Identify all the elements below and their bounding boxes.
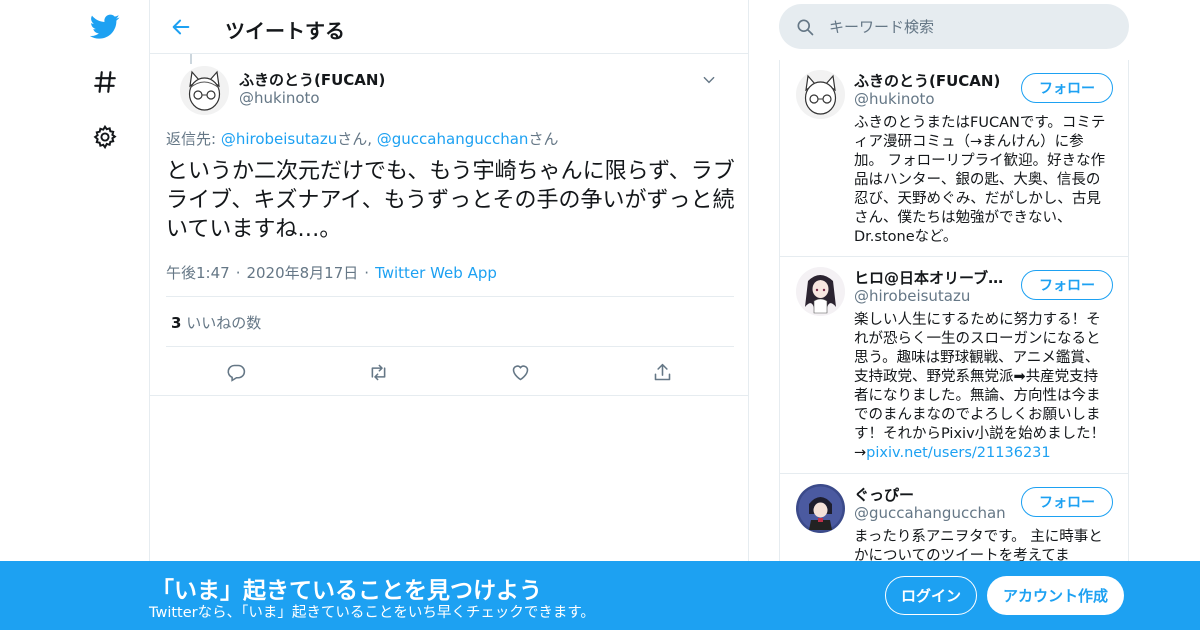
user-card[interactable]: ふきのとう(FUCAN) @hukinoto フォロー ふきのとうまたはFUCA…	[780, 60, 1128, 257]
retweet-button[interactable]	[364, 358, 392, 386]
author-name[interactable]: ふきのとう(FUCAN)	[239, 69, 385, 90]
user-bio-link[interactable]: pixiv.net/users/21136231	[866, 445, 1050, 461]
like-button[interactable]	[506, 358, 534, 386]
divider	[166, 346, 734, 347]
divider	[166, 296, 734, 297]
tweet-actions	[150, 350, 748, 394]
share-button[interactable]	[648, 358, 676, 386]
divider	[150, 395, 748, 396]
banner-subtitle: Twitterなら、「いま」起きていることをいち早くチェックできます。	[149, 605, 595, 621]
likes-count[interactable]: 3 いいねの数	[171, 312, 261, 333]
tweet-text: というか二次元だけでも、もう宇崎ちゃんに限らず、ラブライブ、キズナアイ、もうずっ…	[166, 159, 735, 242]
tweet-time[interactable]: 午後1:47	[166, 264, 230, 282]
arrow-left-icon	[172, 19, 190, 35]
user-bio: ふきのとうまたはFUCANです。コミティア漫研コミュ（→まんけん）に参加。 フォ…	[854, 115, 1106, 245]
search-placeholder: キーワード検索	[829, 18, 935, 36]
reply-to: 返信先: @hirobeisutazuさん, @guccahangucchanさ…	[166, 128, 558, 149]
avatar[interactable]	[796, 267, 845, 316]
avatar[interactable]	[796, 484, 845, 533]
tweet-meta: 午後1:47 · 2020年8月17日 · Twitter Web App	[166, 262, 497, 283]
user-name[interactable]: ふきのとう(FUCAN)	[854, 70, 1014, 91]
reply-user-link-1[interactable]: @hirobeisutazu	[221, 130, 337, 148]
reply-san-2: さん	[528, 130, 559, 148]
user-name[interactable]: ぐっぴー	[854, 484, 1014, 505]
gear-icon[interactable]	[88, 120, 122, 154]
follow-button[interactable]: フォロー	[1021, 270, 1113, 300]
left-nav	[0, 0, 150, 630]
search-icon	[795, 17, 815, 37]
tweet-author: ふきのとう(FUCAN) @hukinoto	[165, 54, 733, 124]
reply-sep: ,	[367, 130, 377, 148]
user-card[interactable]: ぐっぴー @guccahangucchan フォロー まったり系アニヲタです。 …	[780, 474, 1128, 570]
reply-icon	[226, 364, 245, 382]
avatar[interactable]	[180, 66, 229, 115]
tweet: ふきのとう(FUCAN) @hukinoto	[150, 54, 748, 124]
meta-dot: ·	[235, 264, 241, 282]
chevron-down-icon	[703, 76, 715, 84]
tweet-source-app[interactable]: Twitter Web App	[375, 264, 497, 282]
user-card[interactable]: ヒロ@日本オリーブ… @hirobeisutazu フォロー 楽しい人生にするた…	[780, 257, 1128, 474]
reply-san-1: さん	[337, 130, 368, 148]
heart-icon	[512, 364, 528, 380]
likes-number: 3	[171, 314, 182, 332]
follow-button[interactable]: フォロー	[1021, 487, 1113, 517]
meta-dot: ·	[364, 264, 370, 282]
signup-button[interactable]: アカウント作成	[987, 576, 1124, 615]
follow-button[interactable]: フォロー	[1021, 73, 1113, 103]
tweet-menu-button[interactable]	[699, 70, 719, 90]
reply-prefix: 返信先:	[166, 130, 221, 148]
main-column: ツイートする ふきのとう(FUCAN) @hukinoto 返信先: @hiro…	[149, 0, 749, 630]
user-handle[interactable]: @hukinoto	[854, 90, 935, 108]
reply-user-link-2[interactable]: @guccahangucchan	[377, 130, 529, 148]
hashtag-icon[interactable]	[88, 65, 122, 99]
twitter-logo-icon[interactable]	[88, 10, 122, 44]
page-title: ツイートする	[225, 19, 345, 43]
search-input[interactable]: キーワード検索	[779, 4, 1129, 49]
reply-button[interactable]	[222, 358, 250, 386]
back-button[interactable]	[166, 12, 196, 42]
signup-banner: 「いま」起きていることを見つけよう Twitterなら、「いま」起きていることを…	[0, 561, 1200, 630]
related-users: ふきのとう(FUCAN) @hukinoto フォロー ふきのとうまたはFUCA…	[779, 60, 1129, 570]
likes-label: いいねの数	[186, 314, 262, 332]
user-handle[interactable]: @hirobeisutazu	[854, 287, 970, 305]
retweet-icon	[371, 364, 385, 380]
avatar[interactable]	[796, 70, 845, 119]
user-bio-text: 楽しい人生にするために努力する！それが恐らく一生のスローガンになると思う。趣味は…	[854, 312, 1106, 461]
author-handle[interactable]: @hukinoto	[239, 89, 320, 107]
user-bio: 楽しい人生にするために努力する！それが恐らく一生のスローガンになると思う。趣味は…	[854, 311, 1112, 463]
user-name[interactable]: ヒロ@日本オリーブ…	[854, 267, 1014, 288]
login-button[interactable]: ログイン	[885, 576, 977, 615]
user-handle[interactable]: @guccahangucchan	[854, 504, 1006, 522]
banner-title: 「いま」起きていることを見つけよう	[151, 578, 542, 604]
main-header: ツイートする	[150, 0, 748, 54]
share-icon	[654, 363, 670, 380]
tweet-date[interactable]: 2020年8月17日	[246, 264, 358, 282]
